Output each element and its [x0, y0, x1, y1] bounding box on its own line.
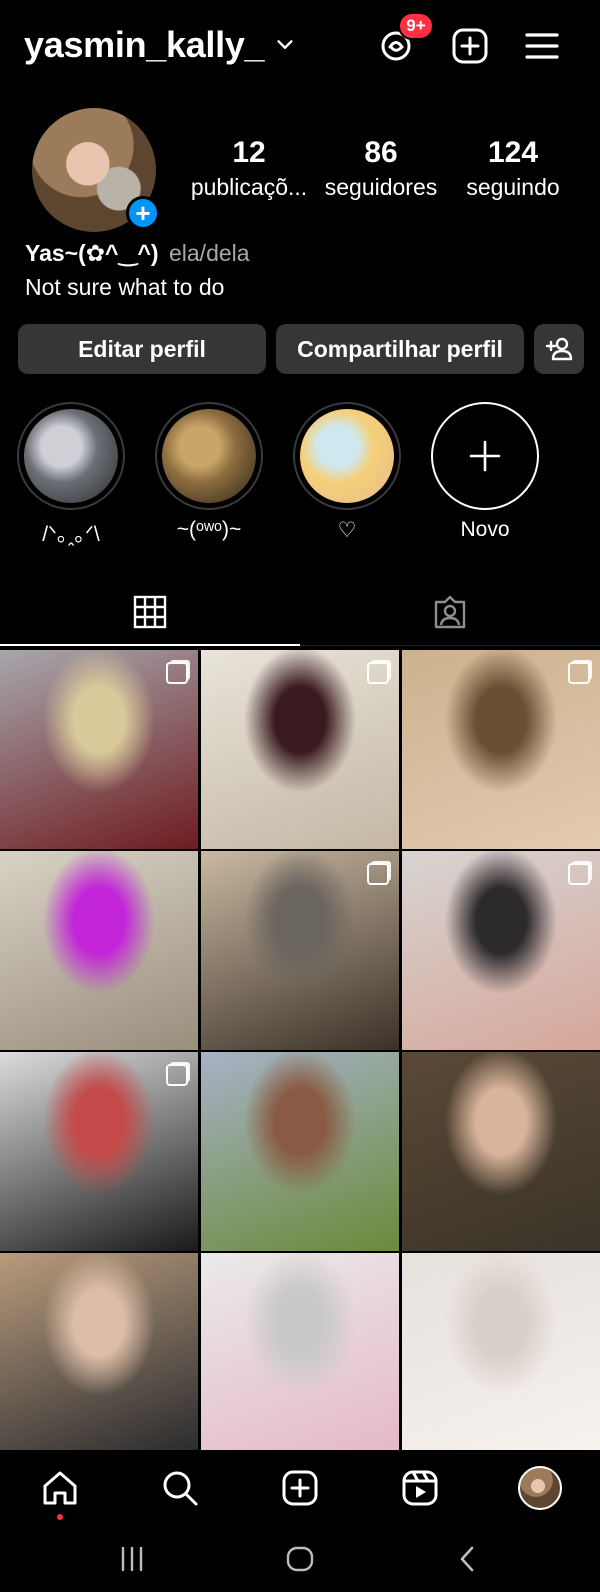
followers-count: 86 [364, 136, 398, 169]
threads-notification-badge: 9+ [398, 12, 434, 40]
post-thumbnail[interactable] [201, 1253, 399, 1452]
highlight-caption: ♡ [337, 519, 357, 542]
highlight-ring [17, 402, 125, 510]
post-thumbnail[interactable] [402, 1253, 600, 1452]
home-button[interactable] [280, 1544, 320, 1574]
search-icon [163, 1471, 198, 1506]
profile-tabs [0, 578, 600, 646]
highlight-cover [162, 409, 256, 503]
carousel-icon [568, 863, 590, 885]
following-label: seguindo [466, 174, 560, 200]
post-thumbnail[interactable] [402, 1052, 600, 1251]
home-button-icon [286, 1546, 314, 1572]
post-thumbnail[interactable] [0, 851, 198, 1050]
highlight-caption: ~(ᵒʷᵒ)~ [176, 518, 242, 541]
bio-text: Not sure what to do [25, 274, 225, 300]
profile-avatar-small [518, 1466, 562, 1510]
post-thumbnail[interactable] [402, 851, 600, 1050]
highlight-caption: /ᐠ｡ꞈ｡ᐟ\ [42, 523, 100, 546]
system-navigation [0, 1526, 600, 1592]
followers-label: seguidores [324, 174, 438, 200]
post-thumbnail[interactable] [0, 1052, 198, 1251]
post-thumbnail[interactable] [201, 1052, 399, 1251]
carousel-icon [166, 1064, 188, 1086]
highlight-ring [293, 402, 401, 510]
carousel-icon [166, 662, 188, 684]
nav-home[interactable] [38, 1466, 82, 1510]
highlight-3[interactable]: ♡ [292, 402, 402, 543]
recents-button[interactable] [112, 1544, 152, 1574]
back-icon [460, 1546, 474, 1572]
posts-label: publicaçõ... [190, 174, 308, 200]
nav-create[interactable] [278, 1466, 322, 1510]
post-thumbnail[interactable] [201, 650, 399, 849]
grid-icon [133, 595, 167, 629]
nav-search[interactable] [158, 1466, 202, 1510]
nav-reels[interactable] [398, 1466, 442, 1510]
plus-icon [469, 440, 501, 472]
account-switcher[interactable]: yasmin_kally_ [24, 24, 296, 66]
recents-icon [121, 1546, 143, 1572]
highlight-cover [300, 409, 394, 503]
chevron-down-icon [277, 40, 293, 49]
bottom-navigation [0, 1450, 600, 1526]
create-icon[interactable] [450, 26, 490, 66]
posts-count: 12 [232, 136, 266, 169]
edit-profile-button[interactable]: Editar perfil [18, 324, 266, 374]
carousel-icon [568, 662, 590, 684]
add-story-icon[interactable]: + [126, 196, 160, 230]
followers-stat[interactable]: 86 seguidores [316, 136, 446, 201]
post-thumbnail[interactable] [0, 1253, 198, 1452]
discover-people-button[interactable] [534, 324, 584, 374]
reels-icon [402, 1470, 438, 1506]
display-name: Yas~(✿^‿^) [25, 240, 159, 266]
highlight-ring [155, 402, 263, 510]
carousel-icon [367, 662, 389, 684]
highlight-1[interactable]: /ᐠ｡ꞈ｡ᐟ\ [16, 402, 126, 548]
posts-grid [0, 650, 600, 1452]
home-activity-dot [57, 1514, 63, 1520]
active-tab-indicator [0, 644, 300, 646]
home-icon [43, 1471, 77, 1505]
following-stat[interactable]: 124 seguindo [448, 136, 578, 201]
new-highlight-caption: Novo [460, 518, 510, 541]
highlight-2[interactable]: ~(ᵒʷᵒ)~ [154, 402, 264, 542]
highlight-cover [24, 409, 118, 503]
menu-icon[interactable] [522, 26, 562, 66]
tagged-icon [434, 595, 466, 629]
post-thumbnail[interactable] [0, 650, 198, 849]
new-highlight[interactable]: Novo [430, 402, 540, 542]
new-highlight-ring [431, 402, 539, 510]
username: yasmin_kally_ [24, 24, 265, 65]
profile-header: yasmin_kally_ 9+ [0, 0, 600, 92]
posts-stat[interactable]: 12 publicaçõ... [184, 136, 314, 201]
carousel-icon [367, 863, 389, 885]
pronouns: ela/dela [168, 240, 250, 266]
following-count: 124 [487, 136, 539, 169]
display-name-line: Yas~(✿^‿^) ela/dela [25, 240, 250, 267]
tab-tagged[interactable] [300, 578, 600, 646]
profile-avatar-container[interactable]: + [32, 108, 160, 232]
post-thumbnail[interactable] [201, 851, 399, 1050]
nav-profile[interactable] [518, 1466, 562, 1510]
add-person-icon [545, 337, 573, 361]
share-profile-button[interactable]: Compartilhar perfil [276, 324, 524, 374]
post-thumbnail[interactable] [402, 650, 600, 849]
back-button[interactable] [448, 1544, 488, 1574]
tab-posts-grid[interactable] [0, 578, 300, 646]
create-icon [282, 1470, 318, 1506]
